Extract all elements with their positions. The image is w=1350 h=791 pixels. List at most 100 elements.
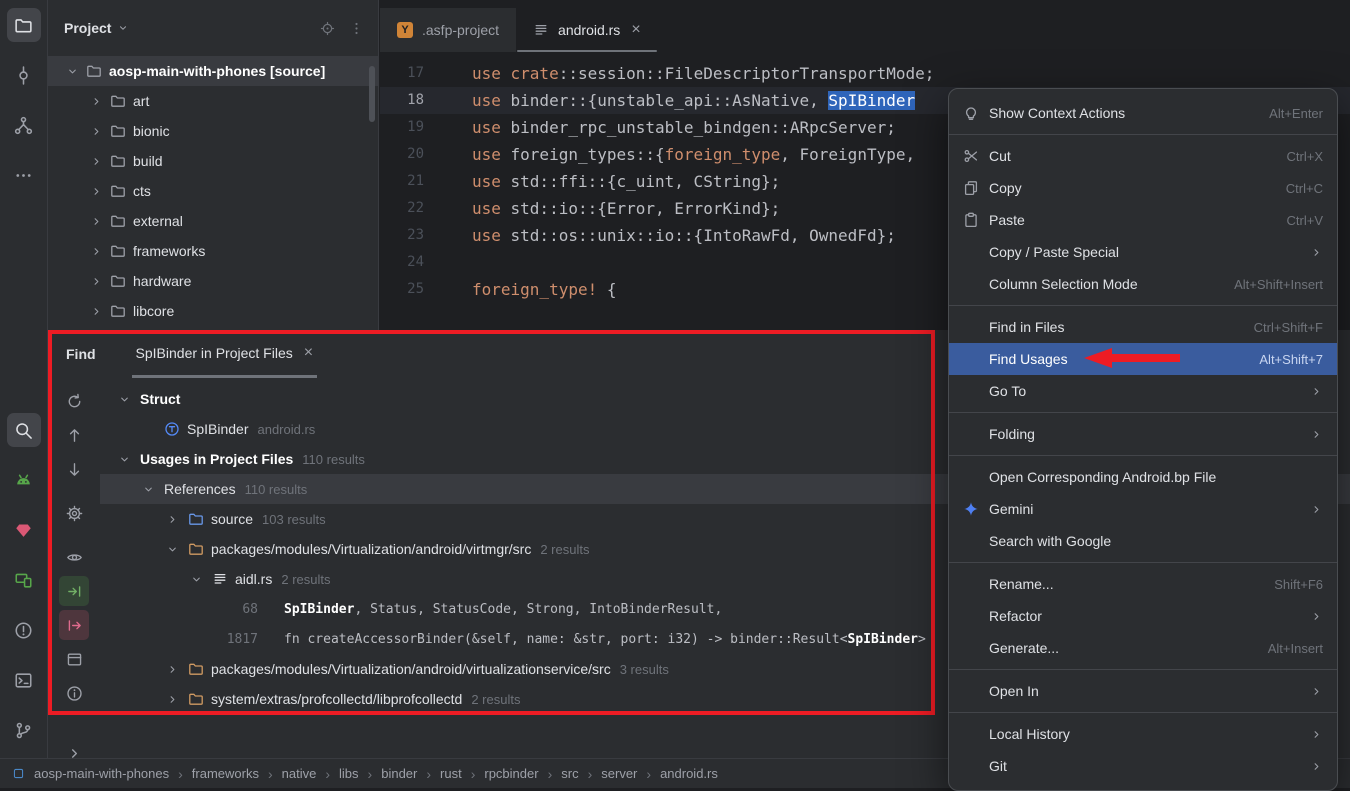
- project-tree: aosp-main-with-phones [source]artbionicb…: [48, 56, 378, 326]
- editor-context-menu: Show Context ActionsAlt+EnterCutCtrl+XCo…: [948, 88, 1338, 791]
- project-tool-window: Project aosp-main-with-phones [source]ar…: [48, 0, 379, 330]
- breadcrumb-item[interactable]: android.rs: [660, 766, 718, 781]
- menu-item-find-usages[interactable]: Find UsagesAlt+Shift+7: [949, 343, 1337, 375]
- gemini-icon: [961, 501, 981, 517]
- menu-item-label: Search with Google: [989, 533, 1111, 549]
- menu-item-gemini[interactable]: Gemini: [949, 493, 1337, 525]
- menu-item-column-selection-mode[interactable]: Column Selection ModeAlt+Shift+Insert: [949, 268, 1337, 300]
- menu-item-label: Paste: [989, 212, 1025, 228]
- code-text: use crate::session::FileDescriptorTransp…: [444, 60, 934, 87]
- project-tree-item-hardware[interactable]: hardware: [48, 266, 378, 296]
- sidebar-more-tool-windows-button[interactable]: [7, 158, 41, 192]
- sidebar-commit-button[interactable]: [7, 58, 41, 92]
- breadcrumb-item[interactable]: frameworks: [192, 766, 259, 781]
- project-tree-item-cts[interactable]: cts: [48, 176, 378, 206]
- expand-button[interactable]: [59, 738, 89, 758]
- previous-occurrence-button[interactable]: [59, 420, 89, 450]
- settings-button[interactable]: [59, 498, 89, 528]
- project-tree-item-bionic[interactable]: bionic: [48, 116, 378, 146]
- next-occurrence-icon: [66, 461, 83, 478]
- menu-item-generate[interactable]: Generate...Alt+Insert: [949, 632, 1337, 664]
- breadcrumb-item[interactable]: rust: [440, 766, 462, 781]
- project-scrollbar[interactable]: [369, 66, 375, 122]
- menu-item-cut[interactable]: CutCtrl+X: [949, 140, 1337, 172]
- menu-separator: [949, 455, 1337, 456]
- result-count: 2 results: [281, 572, 330, 587]
- menu-item-copy-paste-special[interactable]: Copy / Paste Special: [949, 236, 1337, 268]
- project-tree-item-external[interactable]: external: [48, 206, 378, 236]
- menu-item-folding[interactable]: Folding: [949, 418, 1337, 450]
- submenu-arrow-icon: [1310, 728, 1323, 741]
- project-tree-item-build[interactable]: build: [48, 146, 378, 176]
- sidebar-app-quality-insights-button[interactable]: [7, 513, 41, 547]
- package-folder-icon: [188, 691, 204, 707]
- menu-separator: [949, 134, 1337, 135]
- menu-item-git[interactable]: Git: [949, 750, 1337, 782]
- close-tab-icon[interactable]: ×: [304, 345, 313, 361]
- folder-icon: [110, 183, 126, 199]
- breadcrumb-item[interactable]: aosp-main-with-phones: [34, 766, 169, 781]
- project-tree-root[interactable]: aosp-main-with-phones [source]: [48, 56, 378, 86]
- menu-item-go-to[interactable]: Go To: [949, 375, 1337, 407]
- project-tree-item-art[interactable]: art: [48, 86, 378, 116]
- breadcrumb-item[interactable]: src: [561, 766, 578, 781]
- tab-asfp-project[interactable]: Y .asfp-project: [380, 8, 516, 52]
- menu-item-paste[interactable]: PasteCtrl+V: [949, 204, 1337, 236]
- locate-file-icon[interactable]: [320, 21, 335, 36]
- chevron-right-icon: [90, 95, 103, 108]
- menu-item-show-context-actions[interactable]: Show Context ActionsAlt+Enter: [949, 97, 1337, 129]
- breadcrumb-item[interactable]: native: [282, 766, 317, 781]
- refresh-button[interactable]: [59, 386, 89, 416]
- close-tab-icon[interactable]: ×: [631, 22, 640, 38]
- project-tree-item-libcore[interactable]: libcore: [48, 296, 378, 326]
- menu-shortcut: Alt+Insert: [1268, 641, 1323, 656]
- sidebar-version-control-button[interactable]: [7, 713, 41, 747]
- folder-icon: [110, 273, 126, 289]
- menu-item-copy[interactable]: CopyCtrl+C: [949, 172, 1337, 204]
- preview-usages-button[interactable]: [59, 542, 89, 572]
- menu-item-local-history[interactable]: Local History: [949, 718, 1337, 750]
- next-occurrence-button[interactable]: [59, 454, 89, 484]
- help-button[interactable]: [59, 678, 89, 708]
- breadcrumb-item[interactable]: server: [601, 766, 637, 781]
- chevron-right-icon: [166, 663, 188, 676]
- code-text: use std::os::unix::io::{IntoRawFd, Owned…: [444, 222, 896, 249]
- line-number: 24: [380, 249, 444, 276]
- sidebar-problems-button[interactable]: [7, 613, 41, 647]
- tab-android-rs[interactable]: android.rs ×: [516, 8, 658, 52]
- sidebar-find-button[interactable]: [7, 413, 41, 447]
- chevron-down-icon: [166, 543, 188, 556]
- breadcrumb-item[interactable]: libs: [339, 766, 359, 781]
- project-folder-label: cts: [133, 183, 151, 199]
- navigate-with-single-click-button[interactable]: [59, 576, 89, 606]
- source-folder-icon: [188, 511, 204, 527]
- menu-item-open-in[interactable]: Open In: [949, 675, 1337, 707]
- line-number: 22: [380, 195, 444, 222]
- sidebar-terminal-button[interactable]: [7, 663, 41, 697]
- sidebar-project-button[interactable]: [7, 8, 41, 42]
- menu-item-find-in-files[interactable]: Find in FilesCtrl+Shift+F: [949, 311, 1337, 343]
- menu-item-refactor[interactable]: Refactor: [949, 600, 1337, 632]
- folder-icon: [110, 213, 126, 229]
- project-view-selector[interactable]: Project: [64, 20, 129, 36]
- code-line-17[interactable]: 17use crate::session::FileDescriptorTran…: [380, 60, 1350, 87]
- panel-options-icon[interactable]: [349, 21, 364, 36]
- open-in-new-tab-button[interactable]: [59, 644, 89, 674]
- menu-item-label: Rename...: [989, 576, 1054, 592]
- sidebar-logcat-button[interactable]: [7, 463, 41, 497]
- breadcrumb-item[interactable]: rpcbinder: [484, 766, 538, 781]
- sidebar-structure-button[interactable]: [7, 108, 41, 142]
- sidebar-running-devices-button[interactable]: [7, 563, 41, 597]
- preview-usages-icon: [66, 549, 83, 566]
- breadcrumb-item[interactable]: binder: [381, 766, 417, 781]
- menu-item-search-with-google[interactable]: Search with Google: [949, 525, 1337, 557]
- menu-item-rename[interactable]: Rename...Shift+F6: [949, 568, 1337, 600]
- navigate-from-source-button[interactable]: [59, 610, 89, 640]
- line-number: 20: [380, 141, 444, 168]
- project-tree-item-frameworks[interactable]: frameworks: [48, 236, 378, 266]
- menu-item-open-corresponding-android-bp-file[interactable]: Open Corresponding Android.bp File: [949, 461, 1337, 493]
- version-control-icon: [14, 721, 33, 740]
- find-results-tab[interactable]: SpIBinder in Project Files ×: [132, 330, 318, 378]
- tab-label: .asfp-project: [422, 22, 499, 38]
- submenu-arrow-icon: [1310, 385, 1323, 398]
